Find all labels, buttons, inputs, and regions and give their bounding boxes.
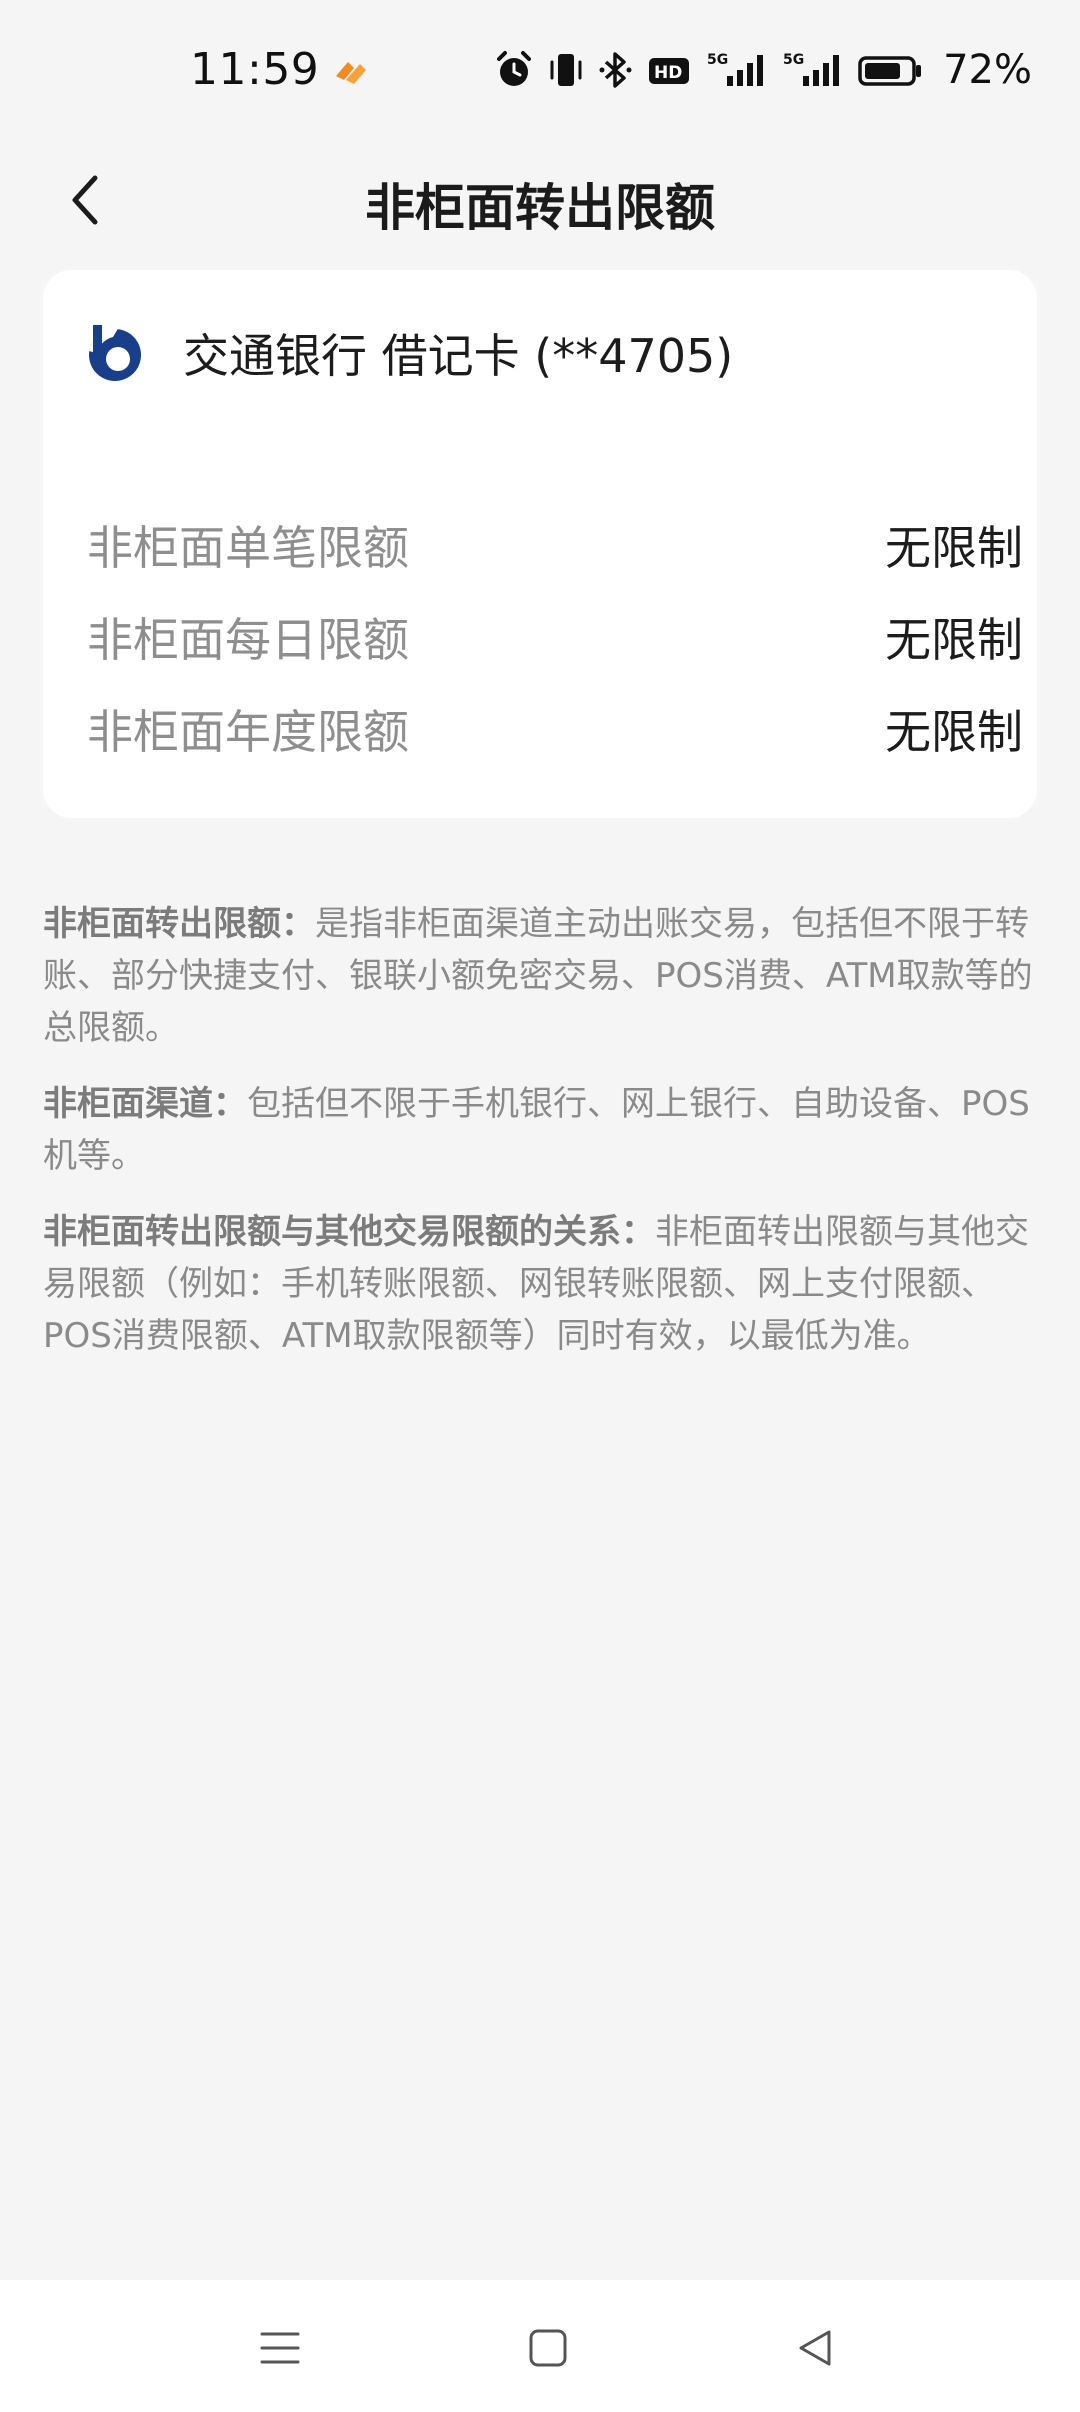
hd-icon: HD [649, 58, 690, 84]
svg-text:HD: HD [654, 63, 682, 83]
limit-row-daily: 非柜面每日限额 无限制 [87, 602, 1023, 672]
back-nav-button[interactable] [775, 2308, 855, 2388]
limit-card: 交通银行 借记卡 (**4705) 非柜面单笔限额 无限制 非柜面每日限额 无限… [43, 270, 1037, 818]
status-time: 11:59 [190, 44, 320, 95]
menu-icon [260, 2332, 300, 2364]
description-paragraph: 非柜面转出限额：是指非柜面渠道主动出账交易，包括但不限于转账、部分快捷支付、银联… [43, 898, 1033, 1054]
vibrate-icon [550, 54, 582, 86]
limit-value: 无限制 [885, 521, 1023, 575]
svg-text:5G: 5G [707, 52, 728, 68]
page-title: 非柜面转出限额 [365, 179, 715, 237]
limit-row-single: 非柜面单笔限额 无限制 [87, 510, 1023, 580]
bank-logo-icon [89, 325, 141, 381]
alarm-icon [497, 51, 532, 86]
limit-value: 无限制 [885, 613, 1023, 667]
signal-5g-icon: 5G [707, 52, 764, 86]
status-bar: 11:59 HD 5G 5G 72% [0, 0, 1080, 140]
signal-5g-icon: 5G [783, 52, 840, 86]
limit-value: 无限制 [885, 705, 1023, 759]
bluetooth-icon [599, 52, 632, 88]
limit-description: 非柜面转出限额：是指非柜面渠道主动出账交易，包括但不限于转账、部分快捷支付、银联… [43, 898, 1033, 1386]
square-icon [529, 2329, 567, 2367]
bank-account-name: 交通银行 借记卡 (**4705) [183, 329, 734, 383]
status-icons: HD 5G 5G 72% [495, 46, 1032, 94]
description-term: 非柜面转出限额： [43, 904, 315, 944]
description-paragraph: 非柜面渠道：包括但不限于手机银行、网上银行、自助设备、POS机等。 [43, 1078, 1033, 1182]
limit-label: 非柜面每日限额 [87, 613, 409, 667]
limit-label: 非柜面年度限额 [87, 705, 409, 759]
battery-percentage: 72% [943, 47, 1032, 93]
system-navigation-bar [0, 2280, 1080, 2412]
description-paragraph: 非柜面转出限额与其他交易限额的关系：非柜面转出限额与其他交易限额（例如：手机转账… [43, 1206, 1033, 1362]
bank-account-row: 交通银行 借记卡 (**4705) [83, 320, 733, 386]
header: 非柜面转出限额 [0, 140, 1080, 270]
limit-row-annual: 非柜面年度限额 无限制 [87, 694, 1023, 764]
app-notification-icon [336, 62, 366, 84]
description-term: 非柜面渠道： [43, 1084, 247, 1124]
triangle-back-icon [799, 2330, 831, 2366]
svg-text:5G: 5G [783, 52, 804, 68]
battery-icon [858, 56, 922, 86]
home-button[interactable] [508, 2308, 588, 2388]
description-term: 非柜面转出限额与其他交易限额的关系： [43, 1212, 655, 1252]
recent-apps-button[interactable] [240, 2308, 320, 2388]
limit-label: 非柜面单笔限额 [87, 521, 409, 575]
